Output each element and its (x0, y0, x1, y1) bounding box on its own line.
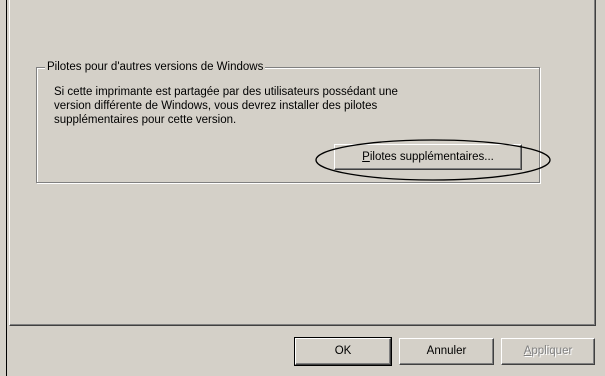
description-line: version différente de Windows, vous devr… (54, 100, 378, 112)
ok-button[interactable]: OK (294, 337, 392, 366)
groupbox-description: Si cette imprimante est partagée par des… (54, 85, 524, 127)
apply-button-label: Appliquer (523, 345, 573, 357)
additional-drivers-button[interactable]: Pilotes supplémentaires... (334, 144, 522, 170)
cancel-button[interactable]: Annuler (399, 338, 494, 365)
description-line: Si cette imprimante est partagée par des… (54, 86, 398, 98)
description-line: supplémentaires pour cette version. (54, 114, 237, 126)
ok-button-label: OK (334, 345, 352, 357)
groupbox-title: Pilotes pour d'autres versions de Window… (45, 61, 266, 74)
printer-properties-dialog: Pilotes pour d'autres versions de Window… (0, 0, 605, 376)
cancel-button-label: Annuler (426, 345, 467, 357)
additional-drivers-button-label: Pilotes supplémentaires... (362, 151, 494, 163)
window-left-edge (6, 0, 7, 376)
apply-button[interactable]: Appliquer (501, 338, 595, 365)
